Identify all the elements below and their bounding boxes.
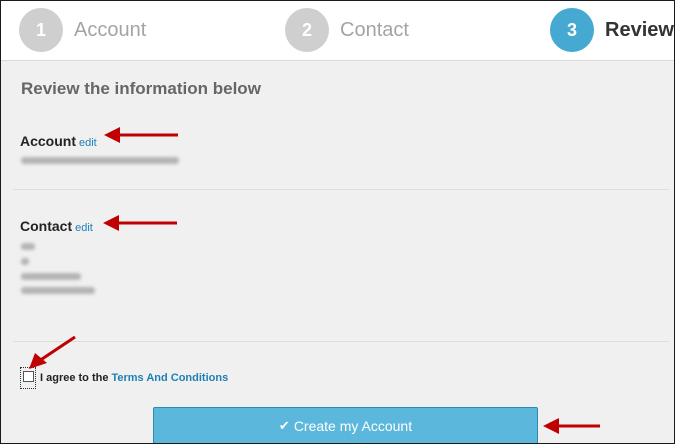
step-1-label: Account — [74, 18, 147, 41]
terms-link[interactable]: Terms And Conditions — [111, 372, 228, 384]
step-3-label: Review — [605, 18, 674, 41]
step-account[interactable]: 1 Account — [19, 7, 146, 53]
annotation-arrow-icon — [543, 418, 600, 434]
section-divider — [13, 341, 669, 342]
annotation-arrow-icon — [29, 335, 76, 369]
contact-section-title: Contact edit — [20, 218, 93, 234]
account-section-title: Account edit — [20, 133, 97, 149]
check-icon: ✔ — [278, 417, 290, 433]
contact-line-redacted — [21, 243, 35, 250]
step-progress-bar: 1 Account 2 Contact 3 Review — [1, 1, 674, 61]
create-account-label: Create my Account — [293, 417, 413, 434]
step-2-number: 2 — [285, 8, 329, 52]
annotation-arrow-icon — [104, 127, 178, 143]
page-heading: Review the information below — [21, 79, 261, 98]
step-2-label: Contact — [340, 18, 409, 41]
account-edit-link[interactable]: edit — [79, 137, 97, 149]
account-email-redacted — [21, 157, 179, 164]
step-3-number: 3 — [550, 8, 594, 52]
contact-title-text: Contact — [20, 218, 73, 234]
annotation-arrow-icon — [103, 215, 177, 231]
step-contact[interactable]: 2 Contact — [285, 7, 409, 53]
step-1-number: 1 — [19, 8, 63, 52]
contact-line-redacted — [21, 273, 81, 280]
contact-line-redacted — [21, 258, 29, 265]
create-account-button[interactable]: ✔ Create my Account — [153, 407, 538, 443]
section-divider — [13, 189, 669, 190]
step-review: 3 Review — [550, 7, 674, 53]
account-title-text: Account — [20, 133, 76, 149]
contact-edit-link[interactable]: edit — [75, 222, 93, 234]
agree-text: I agree to the — [40, 372, 109, 384]
signup-review-panel: 1 Account 2 Contact 3 Review Review the … — [0, 0, 675, 444]
contact-line-redacted — [21, 287, 95, 294]
